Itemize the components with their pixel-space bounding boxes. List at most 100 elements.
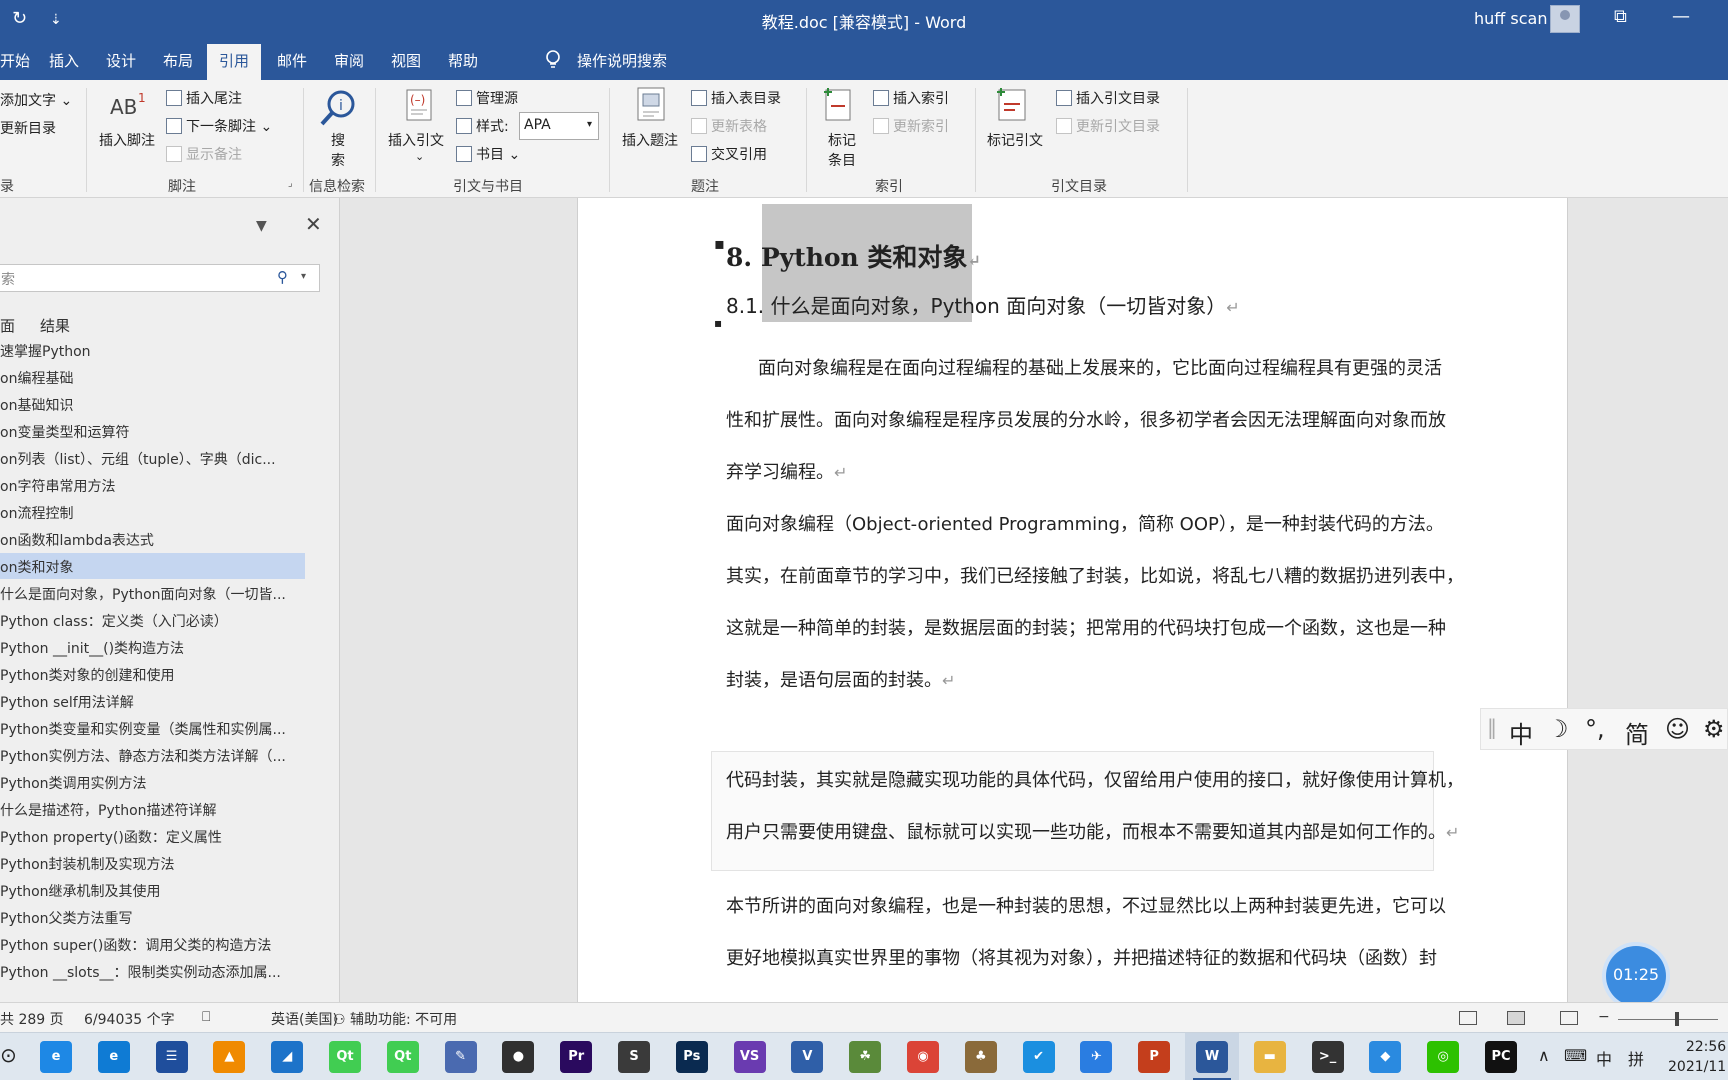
taskbar-premiere-icon[interactable]: Pr (560, 1041, 593, 1073)
tab-home[interactable]: 开始 (0, 50, 30, 71)
nav-heading-item[interactable]: Python class：定义类（入门必读） (0, 607, 310, 633)
nav-heading-item[interactable]: Python继承机制及其使用 (0, 877, 310, 903)
tab-layout[interactable]: 布局 (163, 50, 193, 71)
nav-heading-item[interactable]: on类和对象 (0, 553, 305, 579)
minimize-icon[interactable]: — (1672, 6, 1690, 27)
tray-ime-layout[interactable]: 拼 (1628, 1046, 1644, 1070)
mark-entry-button-2[interactable]: 条目 (828, 150, 856, 170)
user-name[interactable]: huff scan (1474, 9, 1547, 28)
insert-endnote-button[interactable]: 插入尾注 (166, 88, 242, 108)
taskbar-edge-icon[interactable]: e (97, 1041, 130, 1073)
nav-heading-item[interactable]: on流程控制 (0, 499, 310, 525)
taskbar-app-8-icon[interactable]: ✎ (444, 1041, 477, 1073)
tab-view[interactable]: 视图 (391, 50, 421, 71)
recording-timer[interactable]: 01:25 (1606, 946, 1666, 1006)
taskbar-app-3-icon[interactable]: ☰ (155, 1041, 188, 1073)
nav-heading-item[interactable]: Python父类方法重写 (0, 904, 310, 930)
nav-heading-item[interactable]: on基础知识 (0, 391, 310, 417)
read-mode-icon[interactable] (1459, 1011, 1477, 1025)
nav-heading-item[interactable]: Python类变量和实例变量（类属性和实例属... (0, 715, 310, 741)
insert-index-button[interactable]: 插入索引 (873, 88, 949, 108)
taskbar-terminal-icon[interactable]: >_ (1311, 1041, 1344, 1073)
taskbar-app-18-icon[interactable]: ✔ (1022, 1041, 1055, 1073)
nav-heading-item[interactable]: on编程基础 (0, 364, 310, 390)
nav-heading-item[interactable]: Python property()函数：定义属性 (0, 823, 310, 849)
dialog-launcher-icon[interactable]: ⌟ (288, 178, 293, 189)
bibliography-button[interactable]: 书目 ⌄ (456, 144, 520, 164)
search-button-2[interactable]: 索 (331, 150, 345, 170)
accessibility-status[interactable]: ⚇ 辅助功能: 不可用 (333, 1009, 457, 1029)
tell-me-search[interactable]: 操作说明搜索 (577, 50, 667, 71)
mark-entry-button[interactable]: 标记 (828, 130, 856, 150)
web-layout-icon[interactable] (1560, 1011, 1578, 1025)
zoom-out-icon[interactable]: − (1598, 1009, 1610, 1025)
nav-heading-item[interactable]: on变量类型和运算符 (0, 418, 310, 444)
nav-heading-item[interactable]: Python封装机制及实现方法 (0, 850, 310, 876)
search-button[interactable]: 搜 (331, 130, 345, 150)
document-page[interactable]: ▪ 8. Python 类和对象↵ ▪ 8.1. 什么是面向对象，Python … (577, 198, 1568, 1002)
tray-keyboard-icon[interactable]: ⌨ (1564, 1046, 1587, 1065)
taskbar-ie-icon[interactable]: e (40, 1041, 72, 1073)
taskbar-visio-icon[interactable]: V (791, 1041, 824, 1073)
update-toc-button[interactable]: 更新目录 (0, 118, 56, 138)
taskbar-qt-2-icon[interactable]: Qt (386, 1041, 419, 1073)
cross-reference-button[interactable]: 交叉引用 (691, 144, 767, 164)
nav-heading-item[interactable]: Python self用法详解 (0, 688, 310, 714)
start-icon[interactable]: ⊙ (0, 1043, 17, 1067)
show-notes-button[interactable]: 显示备注 (166, 144, 242, 164)
taskbar-chrome-icon[interactable]: ◉ (907, 1041, 939, 1073)
taskbar-sublime-icon[interactable]: S (618, 1041, 650, 1073)
mark-citation-button[interactable]: 标记引文 (987, 130, 1043, 150)
paragraph-line[interactable]: 这就是一种简单的封装，是数据层面的封装；把常用的代码块打包成一个函数，这也是一种 (726, 614, 1446, 640)
clock[interactable]: 22:56 2021/11 (1668, 1037, 1726, 1077)
insert-footnote-button[interactable]: 插入脚注 (99, 130, 155, 150)
nav-heading-item[interactable]: Python __init__()类构造方法 (0, 634, 310, 660)
citation-style-select[interactable]: APA ▾ (519, 112, 599, 140)
taskbar-pycharm-icon[interactable]: PC (1485, 1041, 1517, 1073)
tab-insert[interactable]: 插入 (49, 50, 79, 71)
proofing-icon[interactable]: ⎕ (202, 1009, 210, 1025)
chevron-down-icon[interactable]: ▼ (256, 218, 267, 234)
document-area[interactable]: ▪ 8. Python 类和对象↵ ▪ 8.1. 什么是面向对象，Python … (341, 198, 1728, 1002)
insert-citation-button[interactable]: 插入引文 (388, 130, 444, 150)
nav-heading-item[interactable]: Python __slots__：限制类实例动态添加属... (0, 958, 310, 984)
paragraph-line[interactable]: 弃学习编程。↵ (726, 458, 847, 484)
nav-heading-item[interactable]: 速掌握Python (0, 337, 310, 363)
taskbar-qt-1-icon[interactable]: Qt (329, 1041, 361, 1073)
paragraph-line[interactable]: 面向对象编程（Object-oriented Programming，简称 OO… (726, 510, 1444, 536)
add-text-button[interactable]: 添加文字 ⌄ (0, 90, 72, 110)
nav-heading-item[interactable]: 什么是描述符，Python描述符详解 (0, 796, 310, 822)
chevron-down-icon[interactable]: ⌄ (415, 150, 424, 163)
taskbar-obs-icon[interactable]: ● (502, 1041, 535, 1073)
ime-simplified-mode[interactable]: 简 (1625, 715, 1649, 750)
paragraph-line[interactable]: 代码封装，其实就是隐藏实现功能的具体代码，仅留给用户使用的接口，就好像使用计算机… (726, 766, 1464, 792)
moon-icon[interactable]: ☽ (1547, 715, 1569, 743)
paragraph-line[interactable]: 更好地模拟真实世界里的事物（将其视为对象），并把描述特征的数据和代码块（函数）封 (726, 944, 1437, 970)
taskbar-app-19-icon[interactable]: ✈ (1080, 1041, 1113, 1073)
settings-icon[interactable]: ⚙ (1703, 715, 1725, 743)
taskbar-photoshop-icon[interactable]: Ps (675, 1041, 708, 1073)
tray-ime-mode[interactable]: 中 (1596, 1046, 1612, 1070)
insert-caption-button[interactable]: 插入题注 (622, 130, 678, 150)
taskbar-word-icon[interactable]: W (1196, 1041, 1228, 1073)
search-icon[interactable]: ⚲ (277, 268, 288, 286)
paragraph-line[interactable]: 性和扩展性。面向对象编程是程序员发展的分水岭，很多初学者会因无法理解面向对象而放 (726, 406, 1446, 432)
insert-table-of-authorities-button[interactable]: 插入引文目录 (1056, 88, 1160, 108)
tab-mailings[interactable]: 邮件 (277, 50, 307, 71)
taskbar-app-5-icon[interactable]: ◢ (271, 1041, 304, 1073)
tray-chevron-icon[interactable]: ∧ (1538, 1046, 1550, 1065)
paragraph-line[interactable]: 面向对象编程是在面向过程编程的基础上发展来的，它比面向过程编程具有更强的灵活 (758, 354, 1442, 380)
tab-review[interactable]: 审阅 (334, 50, 364, 71)
paragraph-line[interactable]: 其实，在前面章节的学习中，我们已经接触了封装，比如说，将乱七八糟的数据扔进列表中… (726, 562, 1464, 588)
nav-heading-item[interactable]: on列表（list）、元组（tuple）、字典（dic... (0, 445, 310, 471)
print-layout-icon[interactable] (1507, 1011, 1525, 1025)
nav-heading-item[interactable]: 什么是面向对象，Python面向对象（一切皆... (0, 580, 310, 606)
close-icon[interactable]: ✕ (305, 212, 322, 236)
taskbar-app-17-icon[interactable]: ♣ (964, 1041, 997, 1073)
taskbar-visual-studio-icon[interactable]: VS (733, 1041, 766, 1073)
taskbar-explorer-icon[interactable]: ▬ (1253, 1041, 1286, 1073)
navigation-search-input[interactable]: 索 ⚲ ▾ (0, 264, 320, 292)
nav-heading-item[interactable]: Python实例方法、静态方法和类方法详解（... (0, 742, 310, 768)
emoji-icon[interactable]: ☺ (1665, 715, 1690, 743)
ime-drag-handle[interactable]: ‖ (1487, 715, 1497, 739)
